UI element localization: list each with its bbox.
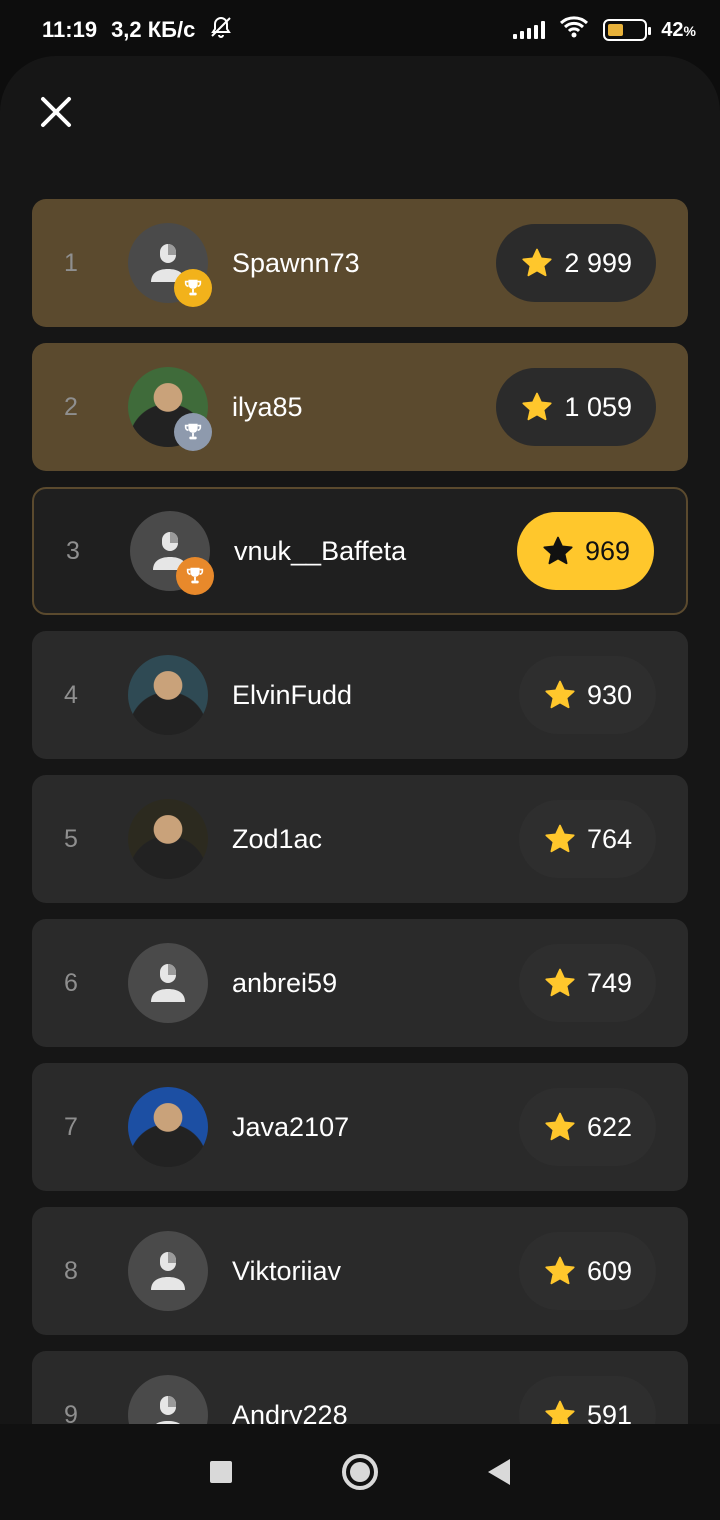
back-button[interactable] bbox=[488, 1459, 510, 1485]
username: Andry228 bbox=[232, 1399, 348, 1425]
trophy-icon bbox=[184, 279, 202, 296]
trophy-badge bbox=[176, 557, 214, 595]
star-icon bbox=[545, 824, 575, 853]
username: Zod1ac bbox=[232, 823, 323, 854]
leaderboard-sheet: 1 Spawnn73 2 999 2 ilya85 1 059 3 vnuk__… bbox=[0, 56, 720, 1424]
avatar bbox=[128, 1375, 208, 1424]
score-badge: 622 bbox=[518, 1088, 656, 1166]
avatar bbox=[128, 1087, 208, 1167]
leaderboard-row[interactable]: 5 Zod1ac 764 bbox=[32, 775, 688, 903]
score-badge: 591 bbox=[518, 1376, 656, 1425]
leaderboard-list: 1 Spawnn73 2 999 2 ilya85 1 059 3 vnuk__… bbox=[32, 199, 688, 1424]
trophy-badge bbox=[174, 269, 212, 307]
recents-button[interactable] bbox=[210, 1461, 232, 1483]
star-icon bbox=[545, 680, 575, 709]
username: vnuk__Baffeta bbox=[234, 535, 407, 566]
battery-percent: 42% bbox=[661, 19, 696, 42]
score-value: 1 059 bbox=[564, 391, 632, 422]
score-badge: 1 059 bbox=[496, 368, 656, 446]
avatar bbox=[130, 511, 214, 595]
username: ElvinFudd bbox=[232, 679, 353, 710]
score-value: 764 bbox=[586, 823, 632, 854]
score-badge: 609 bbox=[518, 1232, 656, 1310]
score-badge: 749 bbox=[518, 944, 656, 1022]
leaderboard-row[interactable]: 7 Java2107 622 bbox=[32, 1063, 688, 1191]
rank-number: 6 bbox=[64, 968, 78, 997]
person-icon bbox=[155, 1396, 181, 1424]
score-value: 2 999 bbox=[564, 247, 632, 278]
star-icon bbox=[545, 1256, 575, 1285]
status-left: 11:19 3,2 КБ/с bbox=[42, 15, 233, 45]
username: anbrei59 bbox=[232, 967, 338, 998]
score-value: 969 bbox=[584, 535, 630, 566]
network-speed: 3,2 КБ/с bbox=[111, 17, 196, 42]
battery-fill bbox=[608, 24, 623, 36]
leaderboard-row[interactable]: 9 Andry228 591 bbox=[32, 1351, 688, 1424]
trophy-badge bbox=[174, 413, 212, 451]
username: Spawnn73 bbox=[232, 247, 360, 278]
person-icon bbox=[151, 1252, 185, 1290]
score-badge: 930 bbox=[518, 656, 656, 734]
leaderboard-row[interactable]: 2 ilya85 1 059 bbox=[32, 343, 688, 471]
home-button[interactable] bbox=[342, 1454, 378, 1490]
score-value: 609 bbox=[586, 1255, 632, 1286]
score-badge: 2 999 bbox=[496, 224, 656, 302]
rank-number: 8 bbox=[64, 1256, 78, 1285]
avatar bbox=[128, 1231, 208, 1311]
star-icon bbox=[545, 968, 575, 997]
bell-muted-icon bbox=[209, 15, 233, 45]
star-icon bbox=[545, 1400, 575, 1424]
battery-icon bbox=[603, 19, 652, 41]
close-button[interactable] bbox=[38, 94, 74, 130]
username: ilya85 bbox=[232, 391, 303, 422]
score-value: 591 bbox=[586, 1399, 632, 1425]
avatar bbox=[128, 799, 208, 879]
score-value: 622 bbox=[586, 1111, 632, 1142]
score-value: 749 bbox=[586, 967, 632, 998]
leaderboard-row[interactable]: 4 ElvinFudd 930 bbox=[32, 631, 688, 759]
rank-number: 9 bbox=[64, 1400, 78, 1425]
status-bar: 11:19 3,2 КБ/с 42% bbox=[0, 0, 720, 60]
rank-number: 3 bbox=[66, 536, 80, 565]
rank-number: 5 bbox=[64, 824, 78, 853]
leaderboard-row[interactable]: 1 Spawnn73 2 999 bbox=[32, 199, 688, 327]
wifi-icon bbox=[559, 15, 589, 45]
navigation-bar bbox=[0, 1424, 720, 1520]
avatar bbox=[128, 943, 208, 1023]
status-right: 42% bbox=[513, 15, 696, 45]
trophy-icon bbox=[186, 567, 204, 584]
star-icon bbox=[522, 392, 553, 421]
rank-number: 7 bbox=[64, 1112, 78, 1141]
trophy-icon bbox=[184, 423, 202, 440]
star-icon bbox=[522, 248, 553, 277]
score-badge: 969 bbox=[516, 512, 654, 590]
rank-number: 1 bbox=[64, 248, 78, 277]
avatar bbox=[128, 223, 212, 307]
battery-value: 42 bbox=[661, 18, 684, 41]
rank-number: 2 bbox=[64, 392, 78, 421]
rank-number: 4 bbox=[64, 680, 78, 709]
username: Java2107 bbox=[232, 1111, 350, 1142]
score-value: 930 bbox=[586, 679, 632, 710]
battery-unit: % bbox=[683, 22, 696, 39]
person-icon bbox=[151, 964, 185, 1002]
star-icon bbox=[543, 536, 573, 565]
leaderboard-row[interactable]: 6 anbrei59 749 bbox=[32, 919, 688, 1047]
signal-icon bbox=[513, 21, 546, 39]
close-icon bbox=[41, 97, 71, 127]
username: Viktoriiav bbox=[232, 1255, 342, 1286]
star-icon bbox=[545, 1112, 575, 1141]
leaderboard-row[interactable]: 8 Viktoriiav 609 bbox=[32, 1207, 688, 1335]
leaderboard-row[interactable]: 3 vnuk__Baffeta 969 bbox=[32, 487, 688, 615]
status-time: 11:19 bbox=[42, 17, 98, 42]
avatar bbox=[128, 655, 208, 735]
score-badge: 764 bbox=[518, 800, 656, 878]
avatar bbox=[128, 367, 212, 451]
